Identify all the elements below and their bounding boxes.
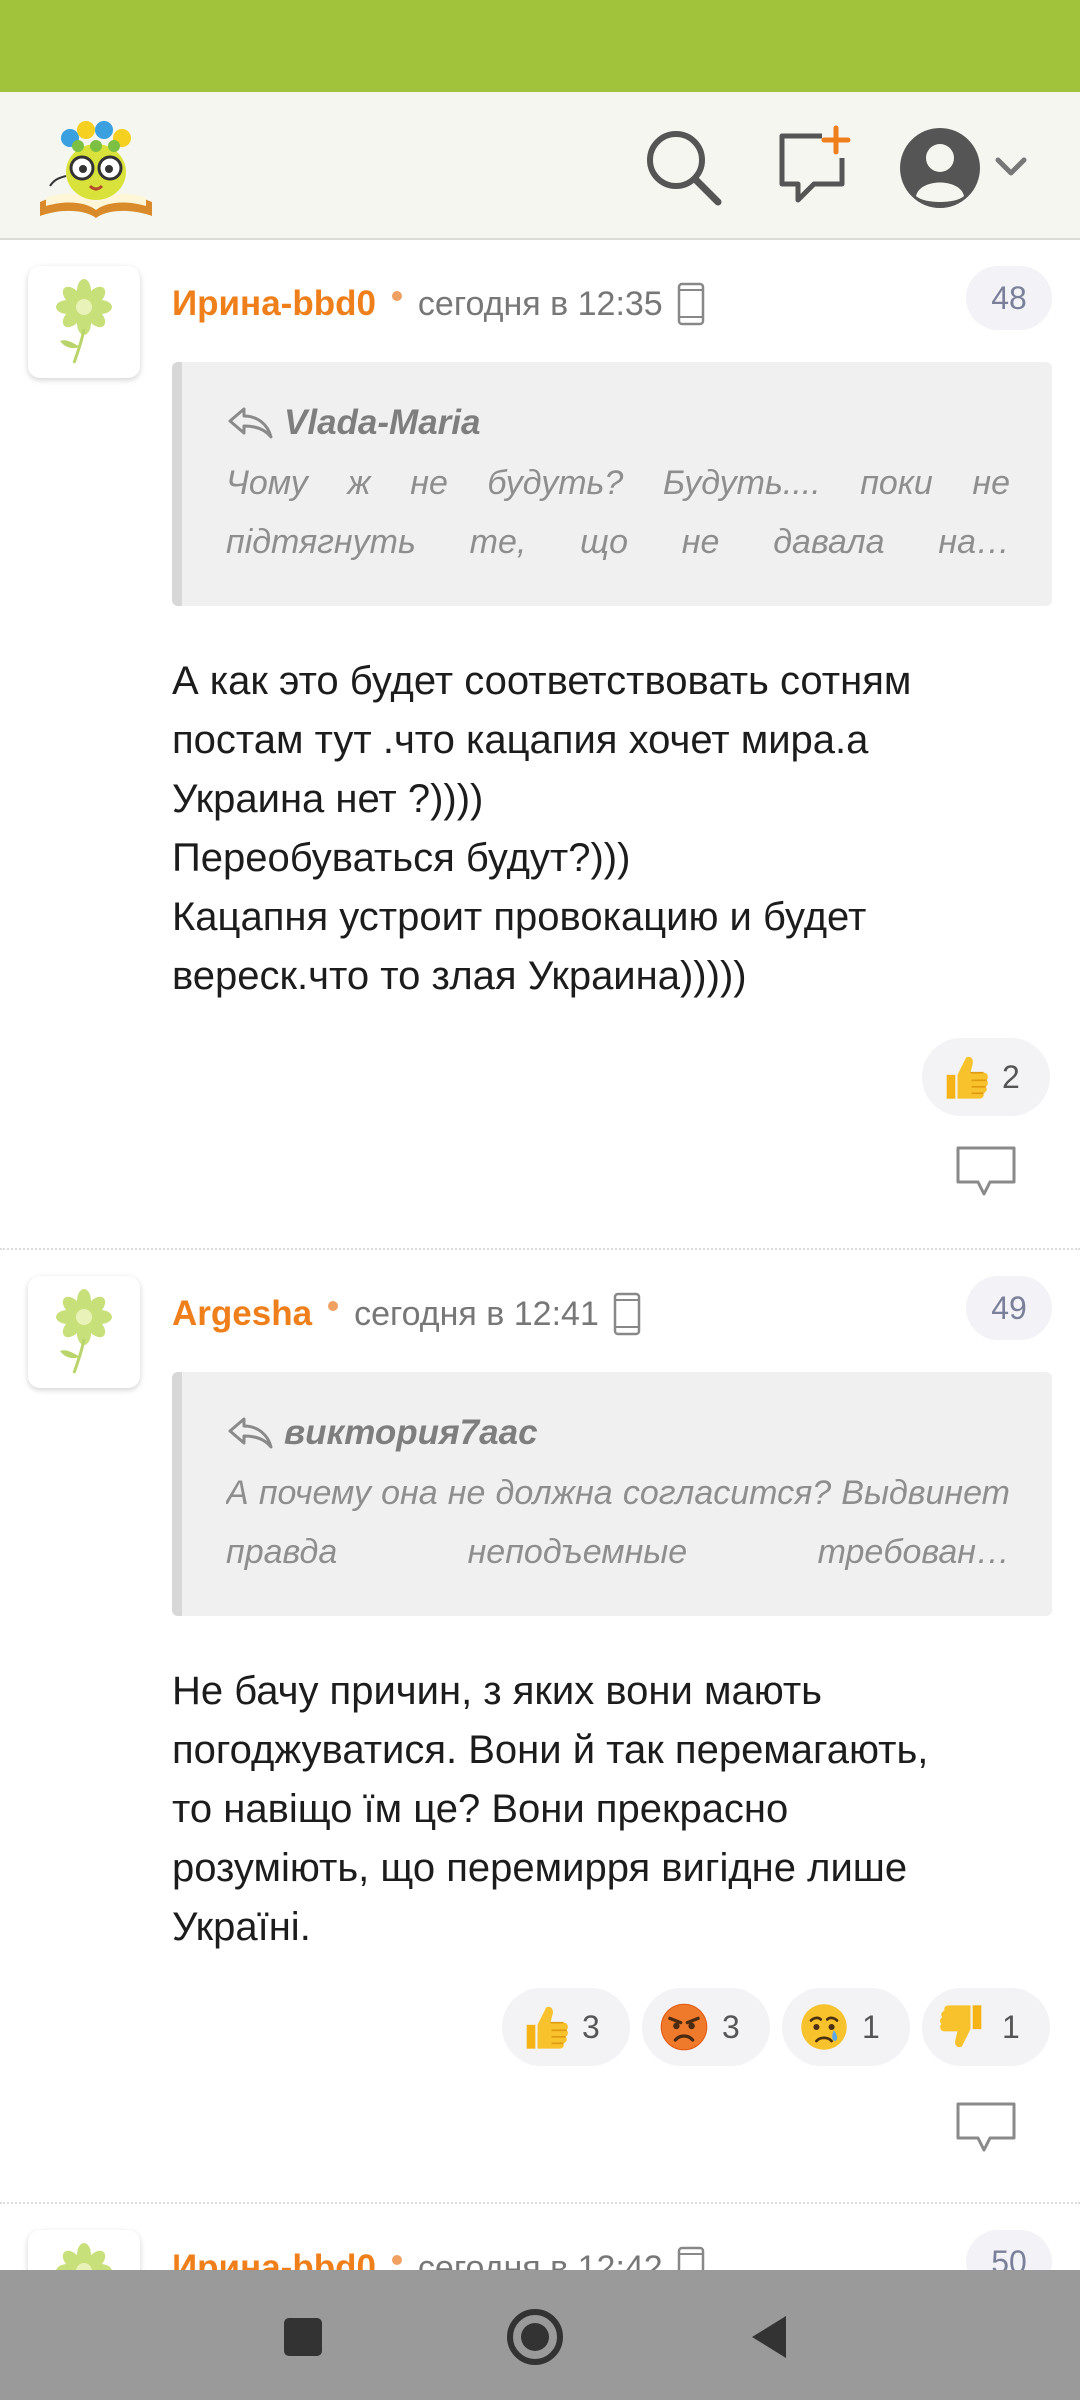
quote-text: Чому ж не будуть? Будуть.... поки не під… [226,464,1010,561]
mobile-device-icon [677,282,705,326]
reply-comment-icon[interactable] [954,1144,1018,1200]
comment-time: сегодня в 12:41 [354,1294,599,1333]
comment-time: сегодня в 12:35 [417,284,663,323]
status-dot [328,1301,339,1311]
reply-arrow-icon [226,1415,274,1451]
avatar[interactable] [28,266,140,378]
profile-menu[interactable] [898,118,1048,218]
comment-body: Не бачу причин, з яких вони мають погодж… [172,1662,1052,1957]
android-nav-bar [0,2270,1080,2400]
comment-number[interactable]: 48 [966,266,1052,330]
reaction-count: 1 [862,2008,880,2045]
reply-arrow-icon [226,405,274,441]
comment-49: Argesha сегодня в 12:41 49 виктория7аас … [0,1250,1080,2204]
comment-48: Ирина-bbd0 сегодня в 12:35 48 Vlada-Mari… [0,240,1080,1250]
search-icon[interactable] [638,122,728,212]
reactions: 3 3 1 1 [502,1988,1050,2066]
top-bar [0,92,1080,240]
reaction-dislike[interactable]: 1 [922,1988,1050,2066]
back-icon[interactable] [736,2302,806,2372]
reaction-count: 2 [1002,1058,1020,1095]
avatar[interactable] [28,1276,140,1388]
body-line: то навіщо їм це? Вони прекрасно [172,1787,789,1831]
body-line: Не бачу причин, з яких вони мають [172,1669,822,1713]
status-dot [391,2255,402,2265]
reactions: 2 [922,1038,1050,1116]
body-line: Кацапня устроит провокацию и будет [172,895,867,939]
reaction-sad[interactable]: 1 [782,1988,910,2066]
body-line: постам тут .что кацапия хочет мира.а [172,718,869,762]
crying-face-icon [798,2001,850,2053]
reaction-angry[interactable]: 3 [642,1988,770,2066]
home-icon[interactable] [500,2302,570,2372]
body-line: Україні. [172,1905,311,1949]
reaction-like[interactable]: 2 [922,1038,1050,1116]
reaction-like[interactable]: 3 [502,1988,630,2066]
angry-face-icon [658,2001,710,2053]
quote-author: виктория7аас [284,1413,538,1452]
comment-body: А как это будет соответствовать сотням п… [172,652,1052,1006]
reaction-count: 1 [1002,2008,1020,2045]
body-line: розуміють, що перемирря вигідне лише [172,1846,908,1890]
recent-apps-icon[interactable] [268,2302,338,2372]
comment-number[interactable]: 49 [966,1276,1052,1340]
logo[interactable] [32,106,160,226]
body-line: погоджуватися. Вони й так перемагають, [172,1728,929,1772]
reaction-count: 3 [582,2008,600,2045]
author-name[interactable]: Ирина-bbd0 [172,284,376,324]
body-line: вереск.что то злая Украина))))) [172,954,747,998]
quote-block[interactable]: виктория7аас А почему она не должна согл… [172,1372,1052,1616]
status-bar [0,0,1080,92]
new-post-icon[interactable] [768,122,858,212]
status-dot [391,291,402,301]
author-name[interactable]: Argesha [172,1294,312,1334]
body-line: Переобуваться будут?))) [172,836,631,880]
reaction-count: 3 [722,2008,740,2045]
reply-comment-icon[interactable] [954,2100,1018,2156]
thumbs-down-icon [938,2001,990,2053]
thumbs-up-icon [518,2001,570,2053]
body-line: А как это будет соответствовать сотням [172,659,912,703]
quote-block[interactable]: Vlada-Maria Чому ж не будуть? Будуть....… [172,362,1052,606]
quote-text: А почему она не должна согласится? Выдви… [226,1474,1010,1571]
thumbs-up-icon [938,1051,990,1103]
chevron-down-icon [995,157,1027,176]
mobile-device-icon [613,1292,641,1336]
body-line: Украина нет ?)))) [172,777,484,821]
quote-author: Vlada-Maria [284,403,481,442]
comment-header: Argesha сегодня в 12:41 [172,1286,641,1342]
profile-icon [900,128,1027,208]
comment-header: Ирина-bbd0 сегодня в 12:35 [172,276,705,332]
